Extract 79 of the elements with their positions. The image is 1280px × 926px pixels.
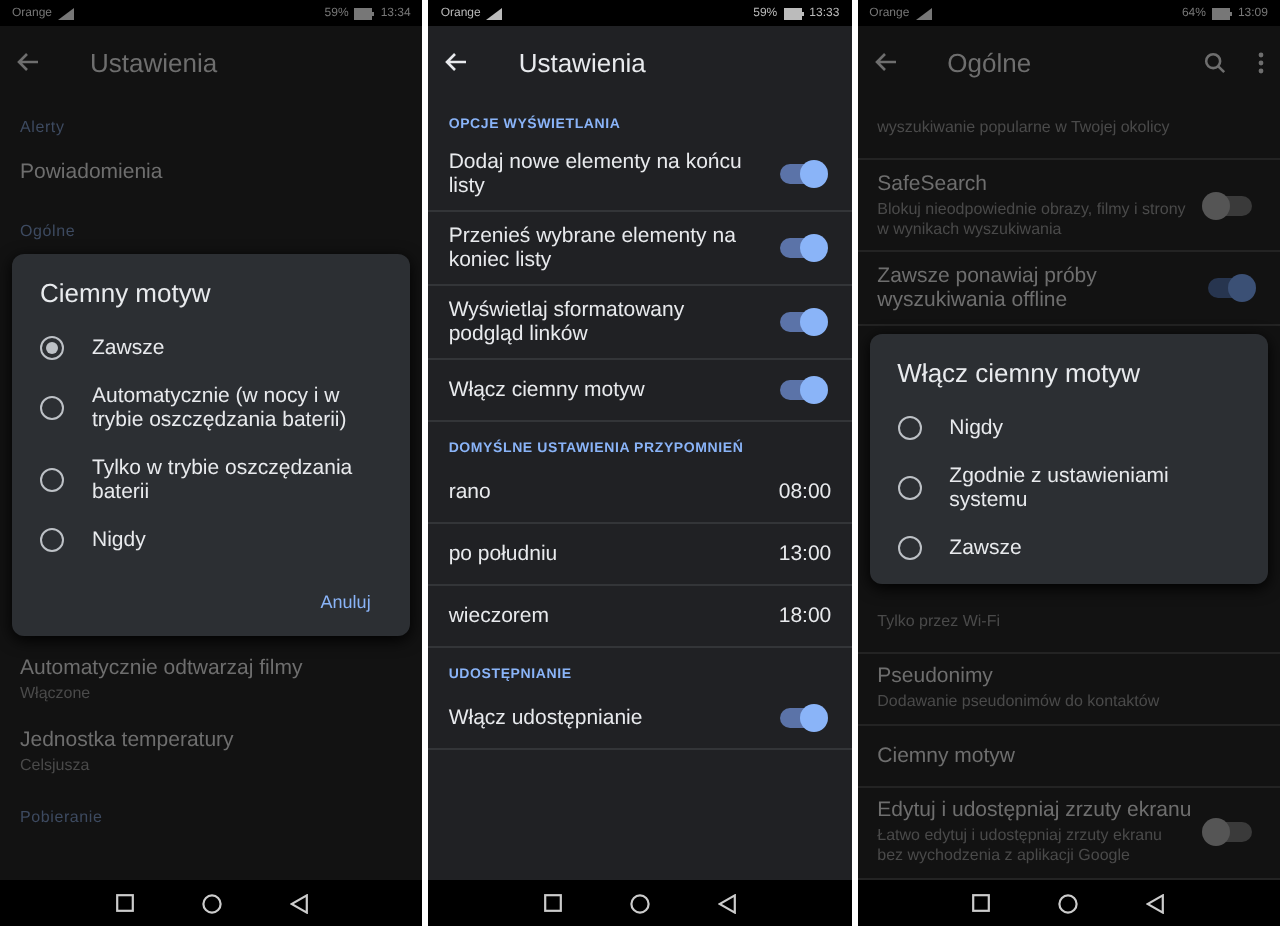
back-icon[interactable]: [1146, 893, 1165, 913]
recents-icon[interactable]: [115, 894, 134, 912]
battery-icon: [354, 7, 375, 19]
signal-icon: [915, 7, 932, 19]
radio-option[interactable]: Nigdy: [897, 407, 1240, 447]
setting-row[interactable]: Jednostka temperatury Celsjusza: [0, 716, 423, 788]
setting-row[interactable]: Automatycznie odtwarzaj filmy Włączone: [0, 644, 423, 716]
setting-description: Włączone: [20, 684, 93, 704]
setting-row[interactable]: po południu 13:00: [428, 524, 852, 586]
setting-title: wieczorem: [448, 604, 552, 628]
setting-title: Ciemny motyw: [877, 743, 1018, 768]
dialog-title: Włącz ciemny motyw: [897, 357, 1143, 387]
dialog-title: Ciemny motyw: [40, 278, 213, 308]
setting-row[interactable]: Przenieś wybrane elementy na koniec listy: [428, 212, 852, 286]
setting-title: Powiadomienia: [20, 160, 165, 184]
toggle-switch[interactable]: [1207, 822, 1252, 843]
recents-icon[interactable]: [972, 894, 991, 912]
setting-title: Zawsze ponawiaj próby wyszukiwania offline: [877, 263, 1099, 312]
setting-title: Edytuj i udostępniaj zrzuty ekranu: [877, 798, 1192, 823]
setting-title: Wyświetlaj sformatowany podgląd linków: [448, 298, 687, 346]
toggle-switch[interactable]: [779, 708, 824, 728]
setting-title: Jednostka temperatury: [20, 728, 236, 752]
radio-option[interactable]: Automatycznie (w nocy i w trybie oszczędzania baterii): [40, 376, 383, 440]
radio-option[interactable]: Zgodnie z ustawieniami systemu: [897, 455, 1240, 519]
setting-title: Włącz udostępnianie: [448, 706, 645, 730]
section-header: Ogólne: [18, 220, 78, 244]
section-header: Pobieranie: [18, 806, 105, 830]
setting-title: Włącz ciemny motyw: [448, 378, 647, 402]
setting-description: Tylko przez Wi-Fi: [877, 611, 1002, 631]
setting-description: Dodawanie pseudonimów do kontaktów: [877, 692, 1162, 713]
setting-row[interactable]: wieczorem 18:00: [428, 586, 852, 648]
setting-row[interactable]: Włącz udostępnianie: [428, 688, 852, 750]
setting-title: po południu: [448, 542, 560, 566]
battery-icon: [783, 7, 804, 19]
setting-row[interactable]: Wyświetlaj sformatowany podgląd linków: [428, 286, 852, 360]
cancel-button[interactable]: Anuluj: [308, 584, 383, 620]
setting-description: Celsjusza: [20, 756, 92, 776]
battery-icon: [1211, 7, 1232, 19]
setting-title: Automatycznie odtwarzaj filmy: [20, 656, 305, 680]
toggle-switch[interactable]: [1207, 277, 1252, 298]
toggle-switch[interactable]: [779, 380, 824, 400]
setting-title: SafeSearch: [877, 171, 990, 196]
setting-title: Dodaj nowe elementy na końcu listy: [448, 150, 744, 198]
section-header: Alerty: [18, 116, 67, 140]
signal-icon: [58, 7, 75, 19]
time-value: 13:00: [778, 542, 832, 566]
setting-title: rano: [448, 480, 493, 504]
screen-title: Ogólne: [947, 47, 1034, 77]
radio-option[interactable]: Zawsze: [897, 527, 1240, 567]
more-icon[interactable]: [1257, 51, 1264, 73]
radio-option[interactable]: Zawsze: [40, 328, 383, 368]
toggle-switch[interactable]: [779, 164, 824, 184]
back-icon[interactable]: [289, 893, 308, 913]
home-icon[interactable]: [201, 893, 222, 913]
setting-description: wyszukiwanie popularne w Twojej okolicy: [877, 118, 1172, 138]
screen-title: Ustawienia: [518, 47, 648, 77]
back-icon[interactable]: [717, 893, 736, 913]
setting-row[interactable]: Włącz ciemny motyw: [428, 360, 852, 422]
time-value: 18:00: [778, 604, 832, 628]
setting-row[interactable]: rano 08:00: [428, 462, 852, 524]
setting-title: Pseudonimy: [877, 664, 995, 689]
setting-title: Przenieś wybrane elementy na koniec listy: [448, 224, 738, 272]
search-icon[interactable]: [1203, 51, 1226, 73]
signal-icon: [486, 7, 503, 19]
recents-icon[interactable]: [543, 894, 562, 912]
setting-row[interactable]: Ciemny motyw: [857, 725, 1280, 788]
screen-title: Ustawienia: [90, 47, 220, 77]
time-value: 08:00: [778, 480, 832, 504]
home-icon[interactable]: [1058, 893, 1079, 913]
setting-row[interactable]: Pseudonimy Dodawanie pseudonimów do kontaktów: [857, 653, 1280, 726]
toggle-switch[interactable]: [1207, 195, 1252, 216]
setting-row[interactable]: Dodaj nowe elementy na końcu listy: [428, 138, 852, 212]
toggle-switch[interactable]: [779, 238, 824, 258]
radio-option[interactable]: Nigdy: [40, 520, 383, 560]
setting-row[interactable]: Zawsze ponawiaj próby wyszukiwania offline: [857, 252, 1280, 325]
setting-row[interactable]: Powiadomienia: [0, 142, 423, 202]
toggle-switch[interactable]: [779, 312, 824, 332]
radio-option[interactable]: Tylko w trybie oszczędzania baterii: [40, 448, 383, 512]
home-icon[interactable]: [629, 893, 650, 913]
